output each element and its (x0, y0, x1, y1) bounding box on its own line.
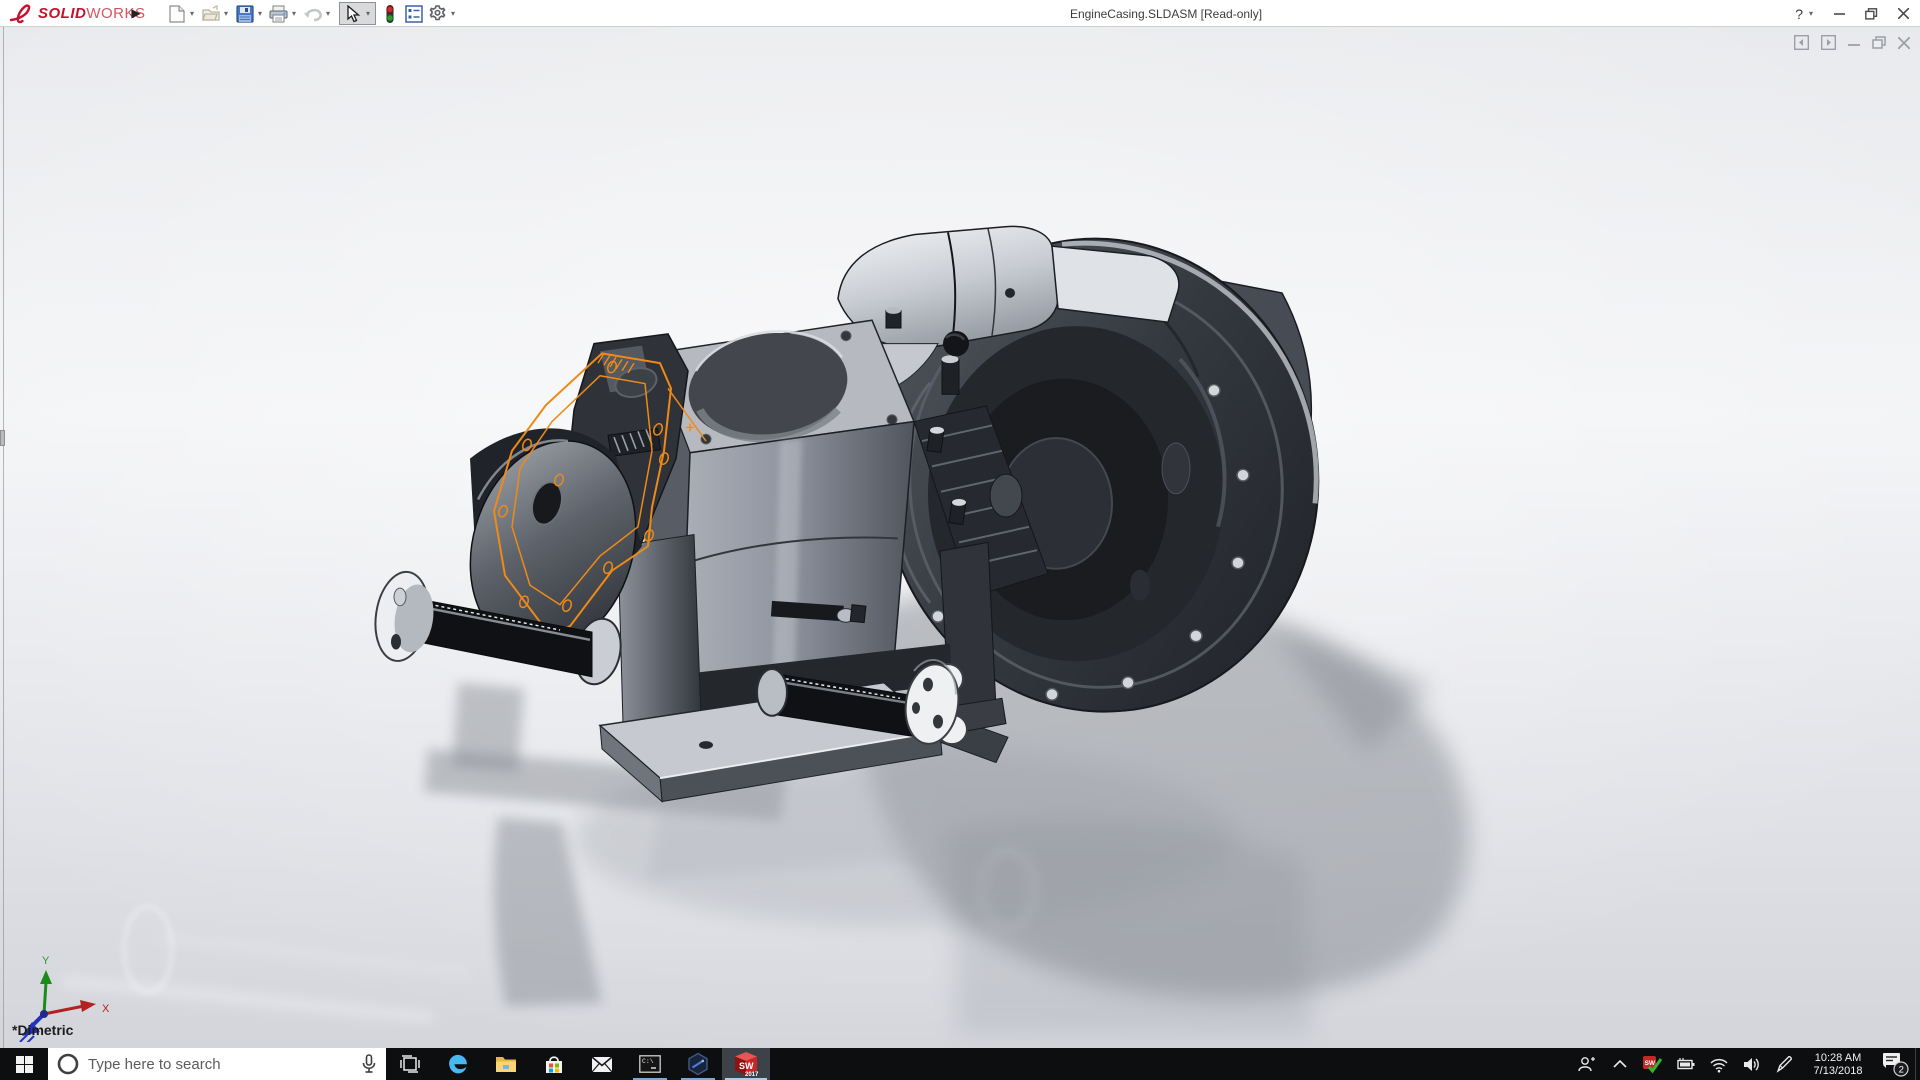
rebuild-button[interactable] (379, 3, 400, 24)
help-button[interactable]: ? (1795, 6, 1803, 22)
doc-restore-button[interactable] (1872, 36, 1886, 49)
new-document-icon (166, 3, 187, 24)
clock-time: 10:28 AM (1814, 1052, 1862, 1064)
standard-toolbar: ▾ ▾ ▾ ▾ ▾ ▾ ▾ (166, 0, 461, 27)
wifi-icon (1710, 1058, 1727, 1072)
search-placeholder: Type here to search (88, 1055, 221, 1073)
people-icon (1578, 1057, 1595, 1072)
notification-badge: 2 (1899, 1065, 1904, 1076)
doc-close-button[interactable] (1898, 36, 1910, 49)
view-orientation-label: *Dimetric (12, 1022, 74, 1038)
hexagon-app-button[interactable] (674, 1048, 722, 1080)
action-center-button[interactable]: 2 (1875, 1048, 1915, 1080)
menu-expand-arrow[interactable]: ▶ (128, 3, 144, 23)
battery-icon (1676, 1058, 1694, 1070)
wifi-button[interactable] (1702, 1048, 1735, 1080)
mail-button[interactable] (578, 1048, 626, 1080)
file-explorer-button[interactable] (482, 1048, 530, 1080)
dock-left-button[interactable] (1794, 35, 1809, 50)
triad-x-label: X (102, 1003, 110, 1015)
pen-icon (1776, 1056, 1792, 1073)
document-window-controls (1794, 35, 1910, 50)
task-view-icon (400, 1055, 420, 1073)
svg-text:SW: SW (1645, 1060, 1656, 1067)
edge-icon (449, 1054, 467, 1074)
triad-y-label: Y (42, 955, 50, 967)
action-center-icon: 2 (1883, 1053, 1909, 1077)
mail-icon (591, 1055, 613, 1072)
sw-cube-text: SW (739, 1061, 754, 1071)
store-icon (546, 1055, 562, 1073)
save-floppy-icon (234, 3, 255, 24)
help-dropdown[interactable]: ▾ (1806, 9, 1816, 18)
command-prompt-icon: C:\ (639, 1055, 661, 1073)
taskbar-clock[interactable]: 10:28 AM 7/13/2018 (1801, 1050, 1875, 1078)
solidworks-monitor-button[interactable]: SW (1636, 1048, 1669, 1080)
volume-button[interactable] (1735, 1048, 1768, 1080)
panel-splitter-handle[interactable] (0, 430, 5, 446)
solidworks-2017-button[interactable]: SW 2017 (722, 1048, 770, 1080)
graphics-area[interactable]: Y X *Dimetric (0, 27, 1920, 1048)
cmd-prompt-text: C:\ (642, 1058, 654, 1065)
dock-right-button[interactable] (1821, 35, 1836, 50)
chevron-up-icon (1612, 1059, 1627, 1068)
ds-swoosh-icon (9, 3, 31, 23)
undo-icon (302, 3, 323, 24)
options-button[interactable]: ▾ (427, 3, 458, 24)
doc-minimize-button[interactable] (1848, 37, 1860, 49)
battery-button[interactable] (1669, 1048, 1702, 1080)
undo-button[interactable]: ▾ (302, 3, 333, 24)
command-prompt-button[interactable]: C:\ (626, 1048, 674, 1080)
brand-bold: SOLID (38, 5, 87, 22)
open-button[interactable]: ▾ (200, 3, 231, 24)
windows-logo-icon (15, 1055, 33, 1073)
minimize-button[interactable] (1830, 4, 1848, 24)
edge-button[interactable] (434, 1048, 482, 1080)
select-tool-button[interactable]: ▾ (339, 2, 376, 25)
taskbar-search[interactable]: Type here to search (48, 1048, 386, 1080)
speaker-icon (1744, 1057, 1759, 1071)
gear-icon (427, 3, 448, 24)
print-icon (268, 3, 289, 24)
engine-casing-model[interactable] (0, 27, 1920, 1048)
select-cursor-icon (342, 3, 363, 24)
file-explorer-icon (496, 1056, 516, 1072)
traffic-light-icon (379, 3, 400, 24)
cortana-icon (57, 1053, 79, 1075)
display-settings-button[interactable] (403, 3, 424, 24)
document-title: EngineCasing.SLDASM [Read-only] (1069, 6, 1263, 21)
people-button[interactable] (1570, 1048, 1603, 1080)
window-controls: ? ▾ (1795, 0, 1912, 27)
task-view-button[interactable] (386, 1048, 434, 1080)
windows-taskbar: Type here to search C:\ SW 2017 SW 10:28… (0, 1048, 1920, 1080)
sw-cube-year: 2017 (745, 1072, 759, 1077)
open-folder-icon (200, 3, 221, 24)
solidworks-monitor-icon: SW (1643, 1055, 1663, 1073)
display-settings-icon (403, 3, 424, 24)
solidworks-2017-icon: SW 2017 (735, 1052, 759, 1077)
store-button[interactable] (530, 1048, 578, 1080)
panel-splitter[interactable] (3, 27, 4, 1048)
show-desktop-button[interactable] (1915, 1048, 1920, 1080)
solidworks-logo: SOLIDWORKS (8, 2, 146, 25)
hidden-icons-button[interactable] (1603, 1048, 1636, 1080)
title-bar: SOLIDWORKS ▶ ▾ ▾ ▾ ▾ ▾ ▾ ▾ EngineCasing.… (0, 0, 1920, 27)
start-button[interactable] (0, 1048, 48, 1080)
new-document-button[interactable]: ▾ (166, 3, 197, 24)
hexagon-app-icon (688, 1052, 708, 1076)
close-button[interactable] (1894, 4, 1912, 24)
print-button[interactable]: ▾ (268, 3, 299, 24)
clock-date: 7/13/2018 (1813, 1065, 1863, 1077)
restore-button[interactable] (1862, 4, 1880, 24)
microphone-icon[interactable] (360, 1054, 378, 1074)
windows-ink-button[interactable] (1768, 1048, 1801, 1080)
system-tray: SW 10:28 AM 7/13/2018 2 (1570, 1048, 1920, 1080)
save-button[interactable]: ▾ (234, 3, 265, 24)
